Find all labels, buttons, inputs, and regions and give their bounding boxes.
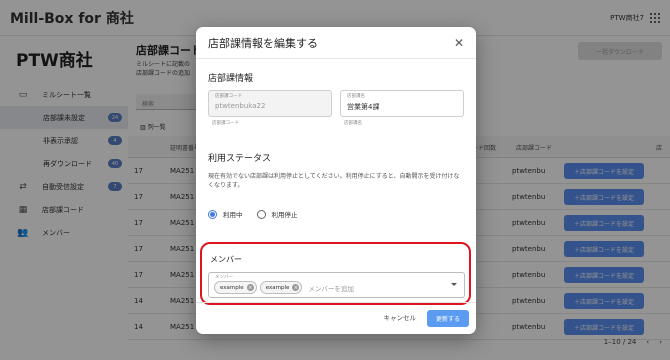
chip-remove-icon[interactable]: × [246, 284, 254, 291]
members-section-highlight: メンバー メンバー example × example × メンバーを追加 [200, 242, 471, 305]
members-placeholder[interactable]: メンバーを追加 [308, 283, 354, 293]
radio-inactive-label: 利用停止 [271, 211, 298, 219]
members-input[interactable]: メンバー example × example × メンバーを追加 [208, 272, 465, 298]
radio-inactive[interactable] [256, 209, 266, 219]
dept-code-helper: 店部課コード [212, 121, 239, 126]
status-radio-group: 利用中 利用停止 [208, 209, 312, 219]
close-icon[interactable]: ✕ [454, 36, 464, 50]
status-description: 現在有効でない店部課は利用停止としてください。利用停止にすると、自動開示を受け付… [208, 173, 460, 189]
edit-dept-dialog: 店部課情報を編集する ✕ 店部課情報 店部課コード ptwtenbuka22 店… [196, 27, 476, 334]
member-chip[interactable]: example × [259, 281, 303, 294]
dept-name-field[interactable]: 店部課名 営業第4課 [340, 90, 464, 117]
member-chip[interactable]: example × [214, 281, 257, 294]
dialog-title: 店部課情報を編集する [208, 36, 318, 50]
dept-name-helper: 店部課名 [344, 121, 362, 126]
section-title-info: 店部課情報 [208, 74, 254, 84]
update-button[interactable]: 更新する [427, 310, 469, 327]
cancel-button[interactable]: キャンセル [384, 312, 417, 322]
dept-code-field: 店部課コード ptwtenbuka22 [208, 90, 332, 117]
radio-active-label: 利用中 [223, 211, 243, 219]
section-title-members: メンバー [210, 255, 242, 264]
member-chips: example × example × メンバーを追加 [214, 281, 354, 294]
chip-remove-icon[interactable]: × [292, 284, 300, 291]
chevron-down-icon[interactable] [451, 283, 457, 286]
radio-active[interactable] [208, 209, 217, 219]
section-title-status: 利用ステータス [208, 154, 272, 164]
dialog-footer: キャンセル 更新する [196, 302, 476, 334]
dialog-header: 店部課情報を編集する ✕ [196, 27, 476, 59]
